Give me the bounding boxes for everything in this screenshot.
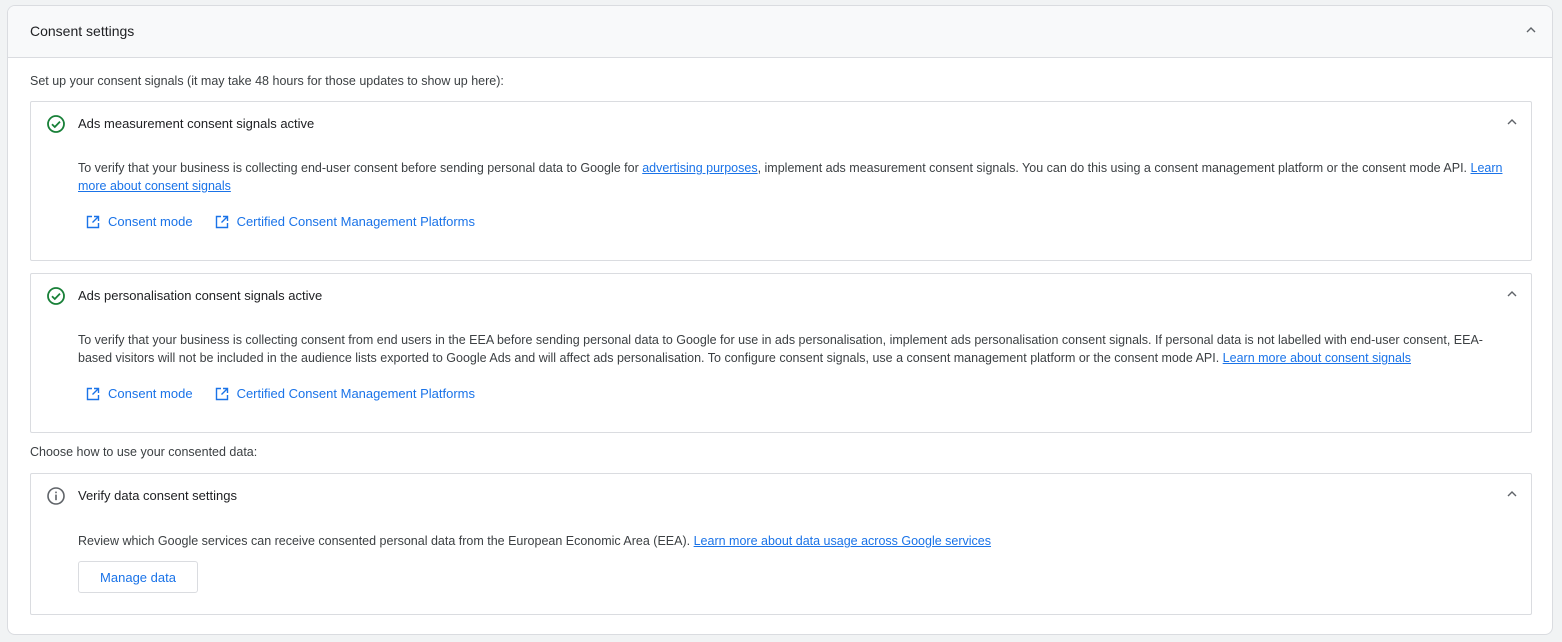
- consent-mode-label: Consent mode: [108, 214, 193, 229]
- chevron-up-icon[interactable]: [1505, 487, 1519, 501]
- learn-more-data-usage-link[interactable]: Learn more about data usage across Googl…: [694, 534, 991, 548]
- verify-data-consent-card-header[interactable]: Verify data consent settings: [31, 474, 1531, 518]
- info-icon: [46, 486, 66, 506]
- advertising-purposes-link[interactable]: advertising purposes: [642, 161, 757, 175]
- ads-measurement-title: Ads measurement consent signals active: [78, 116, 315, 131]
- open-in-new-icon: [86, 215, 100, 229]
- verify-data-consent-card: Verify data consent settings Review whic…: [30, 473, 1532, 615]
- ads-personalisation-links: Consent mode Certified Consent Managemen…: [86, 386, 475, 401]
- ads-measurement-links: Consent mode Certified Consent Managemen…: [86, 214, 475, 229]
- verify-data-consent-title: Verify data consent settings: [78, 488, 237, 503]
- open-in-new-icon: [215, 215, 229, 229]
- certified-cmp-link[interactable]: Certified Consent Management Platforms: [215, 386, 475, 401]
- ads-measurement-card-header[interactable]: Ads measurement consent signals active: [31, 102, 1531, 146]
- learn-more-consent-signals-link[interactable]: Learn more about consent signals: [1223, 351, 1411, 365]
- open-in-new-icon: [86, 387, 100, 401]
- ads-personalisation-card: Ads personalisation consent signals acti…: [30, 273, 1532, 433]
- consent-mode-label: Consent mode: [108, 386, 193, 401]
- ads-personalisation-description: To verify that your business is collecti…: [78, 331, 1509, 367]
- check-circle-icon: [46, 114, 66, 134]
- consent-mode-link[interactable]: Consent mode: [86, 214, 193, 229]
- chevron-up-icon[interactable]: [1524, 23, 1538, 37]
- manage-data-button[interactable]: Manage data: [78, 561, 198, 593]
- description-text: Review which Google services can receive…: [78, 534, 694, 548]
- ads-measurement-description: To verify that your business is collecti…: [78, 159, 1509, 195]
- consent-signals-intro: Set up your consent signals (it may take…: [30, 74, 504, 88]
- chevron-up-icon[interactable]: [1505, 115, 1519, 129]
- panel-header[interactable]: Consent settings: [8, 6, 1552, 58]
- description-text: To verify that your business is collecti…: [78, 161, 643, 175]
- description-text: , implement ads measurement consent sign…: [757, 161, 1471, 175]
- certified-cmp-link[interactable]: Certified Consent Management Platforms: [215, 214, 475, 229]
- ads-personalisation-card-header[interactable]: Ads personalisation consent signals acti…: [31, 274, 1531, 318]
- consent-mode-link[interactable]: Consent mode: [86, 386, 193, 401]
- chevron-up-icon[interactable]: [1505, 287, 1519, 301]
- verify-data-consent-description: Review which Google services can receive…: [78, 532, 1509, 550]
- certified-cmp-label: Certified Consent Management Platforms: [236, 386, 476, 401]
- open-in-new-icon: [215, 387, 229, 401]
- consented-data-intro: Choose how to use your consented data:: [30, 445, 258, 459]
- certified-cmp-label: Certified Consent Management Platforms: [236, 214, 476, 229]
- ads-personalisation-title: Ads personalisation consent signals acti…: [78, 288, 323, 303]
- consent-settings-panel: Consent settings Set up your consent sig…: [7, 5, 1553, 635]
- ads-measurement-card: Ads measurement consent signals active T…: [30, 101, 1532, 261]
- check-circle-icon: [46, 286, 66, 306]
- panel-title: Consent settings: [30, 23, 135, 39]
